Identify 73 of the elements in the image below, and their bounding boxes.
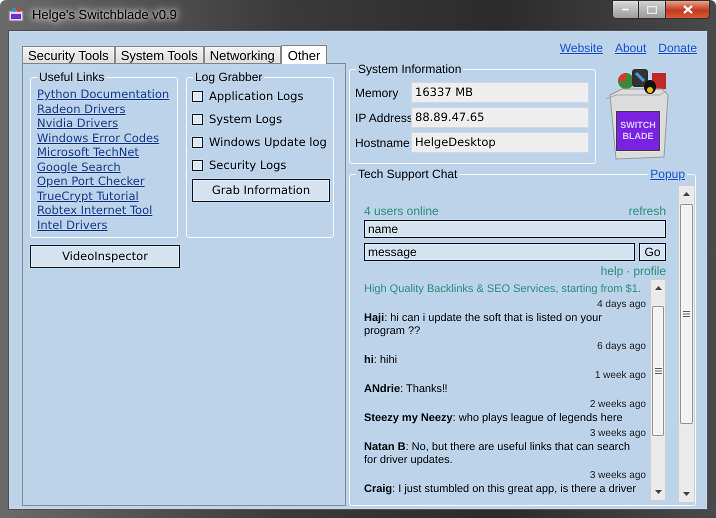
minimize-icon (621, 8, 630, 11)
header-link[interactable]: Website (560, 39, 603, 53)
chat-message: Steezy my Neezy: who plays league of legends here (364, 412, 624, 425)
link[interactable]: Python Documentation (37, 87, 170, 102)
minimize-button[interactable] (612, 0, 639, 19)
group-title: System Information (356, 61, 464, 77)
grip-icon (683, 311, 690, 317)
tab[interactable]: System Tools (114, 46, 204, 63)
scroll-down-icon[interactable] (683, 492, 690, 496)
chat-message: ANdrie: Thanks‼ (364, 383, 449, 396)
group-title: Tech Support Chat (356, 166, 460, 182)
logo-label: SWITCH BLADE (616, 111, 660, 151)
ad-message: High Quality Backlinks & SEO Services, starting from $1. (364, 283, 642, 296)
message-field[interactable]: message (364, 243, 635, 261)
checkbox-label: Application Logs (209, 88, 304, 104)
value-field: 16337 MB (411, 82, 589, 103)
chat-message: Natan B: No, but there are useful links that can search for driver updates. (364, 441, 631, 467)
separator: · (626, 264, 630, 278)
checkbox[interactable] (192, 136, 203, 148)
close-icon (682, 5, 692, 14)
window-title: Helge's Switchblade v0.9 (32, 6, 177, 24)
field-label: Hostname (355, 134, 409, 152)
scroll-thumb[interactable] (652, 306, 664, 436)
header-link[interactable]: Donate (658, 39, 697, 53)
chat-message: Haji: hi can i update the soft that is listed on your program ?? (364, 312, 603, 338)
scroll-up-icon[interactable] (654, 286, 662, 290)
users-online: 4 users online (364, 204, 439, 218)
link[interactable]: Intel Drivers (37, 218, 108, 232)
scroll-up-icon[interactable] (683, 192, 690, 196)
scrollbar[interactable] (650, 279, 666, 501)
link[interactable]: TrueCrypt Tutorial (37, 188, 139, 203)
scroll-thumb[interactable] (680, 204, 693, 424)
value-field: HelgeDesktop (411, 132, 589, 153)
tab[interactable]: Networking (204, 46, 281, 63)
field-label: IP Address (355, 110, 409, 126)
message-time: 1 week ago (594, 370, 646, 382)
checkbox-label: Security Logs (209, 157, 286, 173)
link[interactable]: Google Search (37, 160, 121, 174)
name-field[interactable]: name (364, 220, 666, 238)
link[interactable]: Microsoft TechNet (37, 145, 139, 160)
link[interactable]: Radeon Drivers (37, 102, 126, 116)
message-time: 6 days ago (596, 341, 646, 353)
tab[interactable]: Other (280, 45, 328, 64)
message-time: 3 weeks ago (588, 428, 646, 440)
maximize-icon (647, 6, 657, 14)
checkbox[interactable] (192, 114, 203, 124)
group-title: Log Grabber (193, 69, 264, 85)
scrollbar[interactable] (678, 185, 695, 503)
link[interactable]: Windows Error Codes (37, 130, 160, 145)
app-icon (8, 8, 24, 22)
message-time: 4 days ago (596, 299, 646, 311)
tab[interactable]: Security Tools (22, 46, 115, 63)
message-time: 3 weeks ago (588, 470, 646, 482)
value-field: 88.89.47.65 (411, 107, 589, 128)
checkbox-label: Windows Update log (209, 134, 327, 150)
scroll-down-icon[interactable] (654, 490, 662, 494)
video-inspector-button[interactable]: VideoInspector (30, 245, 180, 268)
chat-message: Craig: I just stumbled on this great app, is there a driver (364, 483, 638, 496)
header-link[interactable]: About (614, 39, 646, 53)
link[interactable]: Robtex Internet Tool (37, 203, 152, 218)
go-button[interactable]: Go (639, 243, 666, 261)
link[interactable]: Open Port Checker (37, 174, 145, 188)
maximize-button[interactable] (639, 0, 665, 19)
chat-message: hi: hihi (364, 354, 398, 367)
grab-information-button[interactable]: Grab Information (192, 179, 330, 202)
checkbox-label: System Logs (209, 111, 282, 127)
close-button[interactable] (665, 0, 710, 19)
field-label: Memory (355, 84, 400, 102)
checkbox[interactable] (192, 160, 203, 170)
message-time: 2 weeks ago (588, 399, 646, 411)
grip-icon (654, 368, 662, 374)
checkbox[interactable] (192, 90, 203, 102)
link[interactable]: Nvidia Drivers (37, 116, 118, 130)
